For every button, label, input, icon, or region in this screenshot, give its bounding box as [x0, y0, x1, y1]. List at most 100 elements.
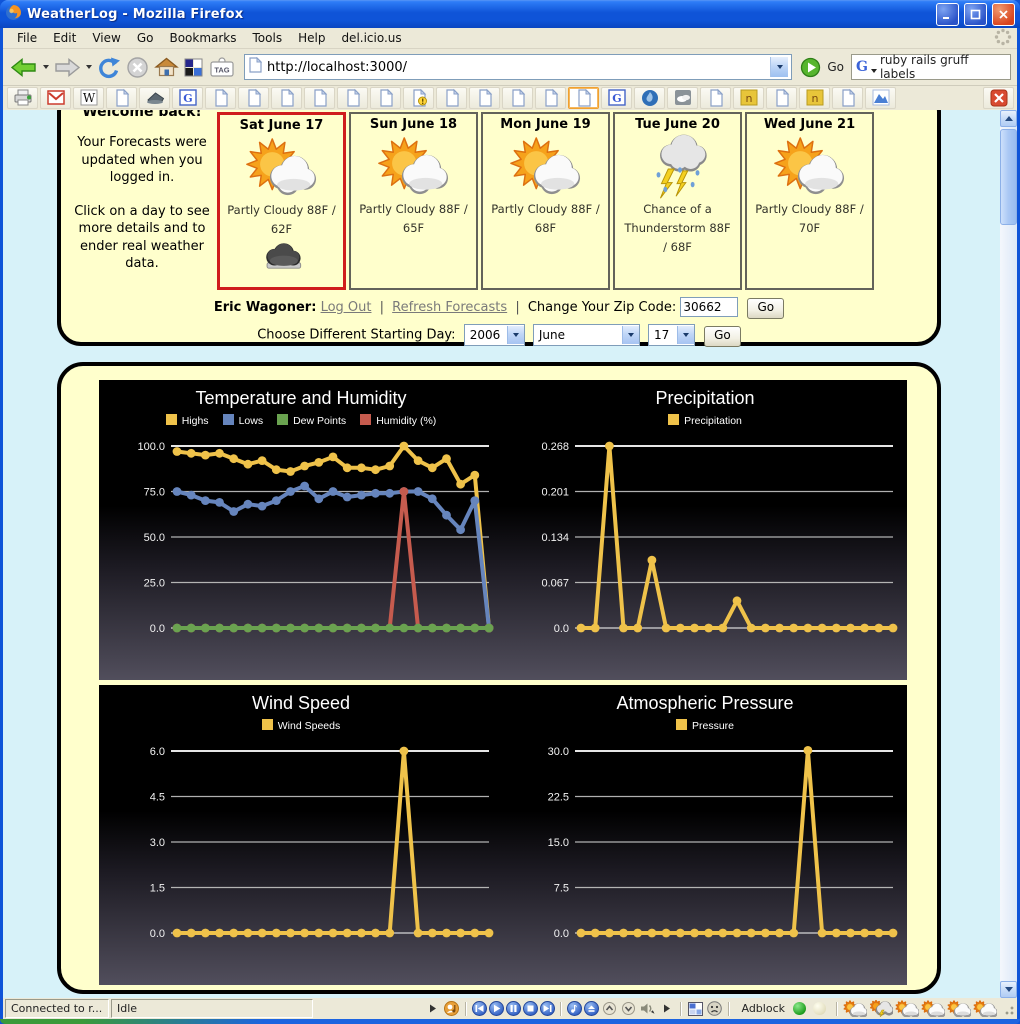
forecast-thunderstorm-icon[interactable]: [869, 1000, 893, 1017]
forecast-card-sat-june-17[interactable]: Sat June 17Partly Cloudy 88F / 62F: [217, 112, 346, 290]
bookmark-page-icon[interactable]: [205, 87, 236, 109]
back-button[interactable]: [9, 56, 39, 79]
scroll-down-button[interactable]: [1000, 981, 1017, 998]
forward-dropdown-icon[interactable]: [86, 65, 92, 69]
menu-item-help[interactable]: Help: [290, 29, 333, 47]
bookmark-page-active-icon[interactable]: [568, 87, 599, 109]
bookmark-hat-icon[interactable]: [139, 87, 170, 109]
next-icon[interactable]: [540, 1001, 555, 1016]
resize-grip[interactable]: [1002, 1003, 1014, 1015]
forecast-card-wed-june-21[interactable]: Wed June 21Partly Cloudy 88F / 70F: [745, 112, 874, 290]
bookmark-page-alert-icon[interactable]: [403, 87, 434, 109]
refresh-forecasts-link[interactable]: Refresh Forecasts: [392, 300, 507, 315]
bookmark-wikipedia-icon[interactable]: W: [73, 87, 104, 109]
bookmark-page-icon[interactable]: [469, 87, 500, 109]
stop-icon[interactable]: [523, 1001, 538, 1016]
scroll-up-button[interactable]: [1000, 110, 1017, 127]
maximize-button[interactable]: [964, 3, 987, 26]
vertical-scrollbar[interactable]: [1000, 110, 1017, 998]
play-icon[interactable]: [489, 1001, 504, 1016]
close-button[interactable]: [992, 3, 1015, 26]
forecast-partly-cloudy-icon[interactable]: [921, 1000, 945, 1017]
bookmark-page-icon[interactable]: [535, 87, 566, 109]
note-icon[interactable]: [567, 1001, 582, 1016]
menu-item-bookmarks[interactable]: Bookmarks: [161, 29, 244, 47]
month-select[interactable]: June: [533, 324, 640, 346]
logout-link[interactable]: Log Out: [321, 300, 372, 315]
forecast-card-tue-june-20[interactable]: Tue June 20Chance of a Thunderstorm 88F …: [613, 112, 742, 290]
zip-go-button[interactable]: Go: [747, 298, 784, 319]
bookmark-google-icon[interactable]: G: [601, 87, 632, 109]
prev-icon[interactable]: [472, 1001, 487, 1016]
bookmark-page-icon[interactable]: [271, 87, 302, 109]
legend-item: Highs: [166, 415, 209, 427]
bookmark-google-icon[interactable]: G: [172, 87, 203, 109]
back-dropdown-icon[interactable]: [43, 65, 49, 69]
tag-extension-icon[interactable]: TAG: [207, 55, 237, 80]
bookmark-page-icon[interactable]: [304, 87, 335, 109]
bookmark-page-icon[interactable]: [700, 87, 731, 109]
grid-icon[interactable]: [687, 1001, 704, 1017]
home-button[interactable]: [153, 55, 180, 79]
bookmark-page-icon[interactable]: [832, 87, 863, 109]
minimize-button[interactable]: [936, 3, 959, 26]
quadrant-extension-icon[interactable]: [183, 57, 204, 78]
go-label[interactable]: Go: [827, 60, 844, 74]
forecast-partly-cloudy-icon[interactable]: [843, 1000, 867, 1017]
chevron-up-icon[interactable]: [601, 1001, 618, 1017]
speaker-icon[interactable]: [639, 1001, 656, 1017]
adblock-status-icon[interactable]: [793, 1002, 806, 1015]
bookmark-note-n-icon[interactable]: n: [799, 87, 830, 109]
adblock-whitelist-icon[interactable]: [813, 1002, 826, 1015]
reload-button[interactable]: [95, 55, 122, 80]
menu-item-edit[interactable]: Edit: [45, 29, 84, 47]
sad-face-icon[interactable]: [706, 1001, 723, 1017]
bookmarks-close-icon[interactable]: [983, 87, 1014, 109]
menu-item-tools[interactable]: Tools: [245, 29, 291, 47]
year-select[interactable]: 2006: [464, 324, 525, 346]
bookmark-page-icon[interactable]: [502, 87, 533, 109]
stop-button[interactable]: [125, 55, 150, 80]
expand-arrow-icon[interactable]: [658, 1001, 675, 1017]
forecast-card-sun-june-18[interactable]: Sun June 18Partly Cloudy 88F / 65F: [349, 112, 478, 290]
adblock-label[interactable]: Adblock: [741, 1002, 785, 1015]
bookmark-gmail-icon[interactable]: [40, 87, 71, 109]
forecast-partly-cloudy-icon[interactable]: [895, 1000, 919, 1017]
bookmark-note-n-icon[interactable]: n: [733, 87, 764, 109]
start-day-go-button[interactable]: Go: [704, 326, 741, 347]
forecast-partly-cloudy-icon[interactable]: [947, 1000, 971, 1017]
bookmark-page-icon[interactable]: [106, 87, 137, 109]
url-bar[interactable]: http://localhost:3000/: [244, 54, 792, 80]
bookmark-page-icon[interactable]: [337, 87, 368, 109]
bookmark-cloud-icon[interactable]: [667, 87, 698, 109]
bookmark-printer-icon[interactable]: [7, 87, 38, 109]
menu-item-go[interactable]: Go: [129, 29, 162, 47]
menu-item-view[interactable]: View: [84, 29, 128, 47]
eject-icon[interactable]: [584, 1001, 599, 1016]
forecast-partly-cloudy-icon[interactable]: [973, 1000, 997, 1017]
forecast-card-mon-june-19[interactable]: Mon June 19Partly Cloudy 88F / 68F: [481, 112, 610, 290]
bookmark-page-icon[interactable]: [238, 87, 269, 109]
forward-button[interactable]: [52, 56, 82, 79]
zip-input[interactable]: [680, 297, 738, 317]
go-button[interactable]: [799, 56, 822, 79]
chevron-down-icon[interactable]: [620, 1001, 637, 1017]
search-engine-dropdown-icon[interactable]: [871, 69, 877, 73]
day-select[interactable]: 17: [648, 324, 695, 346]
search-bar[interactable]: G ruby rails gruff labels: [851, 54, 1011, 80]
bookmark-page-icon[interactable]: [766, 87, 797, 109]
menu-item-delicious[interactable]: del.icio.us: [333, 29, 409, 47]
url-dropdown-button[interactable]: [770, 57, 788, 77]
scrollbar-thumb[interactable]: [1000, 129, 1017, 225]
bookmark-mountain-icon[interactable]: [865, 87, 896, 109]
pause-icon[interactable]: [506, 1001, 521, 1016]
expand-arrow-icon[interactable]: [424, 1001, 441, 1017]
search-query[interactable]: ruby rails gruff labels: [880, 53, 1006, 81]
bookmark-drupal-icon[interactable]: [634, 87, 665, 109]
bookmark-page-icon[interactable]: [436, 87, 467, 109]
url-text[interactable]: http://localhost:3000/: [267, 60, 407, 75]
music-user-icon[interactable]: [443, 1001, 460, 1017]
bookmark-page-icon[interactable]: [370, 87, 401, 109]
menu-item-file[interactable]: File: [9, 29, 45, 47]
throbber-icon: [993, 27, 1013, 50]
